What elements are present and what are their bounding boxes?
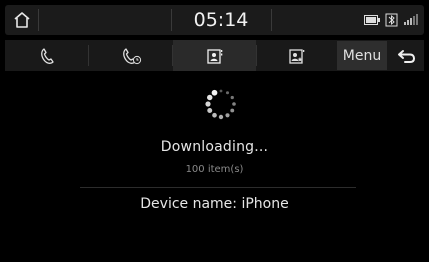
phone-screen: 05:14 Menu Downloading... 100 item(s) De…	[0, 0, 429, 262]
signal-icon	[404, 14, 418, 25]
spinner-dot	[211, 89, 218, 96]
tab-bar: Menu	[5, 40, 424, 71]
spinner-dot	[232, 102, 236, 106]
loading-spinner-icon	[205, 89, 236, 120]
favorite-contacts-icon	[289, 48, 305, 64]
menu-button[interactable]: Menu	[337, 41, 387, 70]
battery-icon	[364, 15, 380, 25]
home-button[interactable]	[5, 5, 38, 35]
download-status: Downloading...	[160, 139, 269, 155]
status-divider	[38, 9, 39, 31]
spinner-dot	[212, 112, 217, 118]
clock: 05:14	[193, 9, 249, 31]
spinner-dot	[205, 101, 211, 107]
spinner-dot	[225, 91, 230, 95]
download-count: 100 item(s)	[185, 164, 244, 175]
back-button[interactable]	[389, 40, 424, 71]
phone-clock-icon	[122, 47, 141, 64]
spinner-dot	[218, 114, 224, 120]
tab-call-history[interactable]	[5, 40, 88, 71]
contacts-icon	[206, 48, 222, 64]
tab-contacts[interactable]	[173, 40, 256, 71]
spinner-dot	[230, 108, 235, 113]
tab-favorites[interactable]	[257, 40, 337, 71]
status-icons	[364, 5, 420, 35]
spinner-dot	[219, 89, 223, 93]
phone-icon	[40, 47, 54, 64]
content-divider	[80, 187, 356, 188]
bluetooth-icon	[385, 13, 398, 27]
status-divider	[271, 9, 272, 31]
spinner-dot	[225, 113, 230, 118]
tab-recent-calls[interactable]	[89, 40, 172, 71]
home-icon	[13, 12, 30, 28]
spinner-dot	[207, 108, 213, 113]
status-bar: 05:14	[5, 5, 424, 35]
back-arrow-icon	[397, 49, 415, 63]
spinner-dot	[207, 94, 213, 101]
device-name: Device name: iPhone	[140, 196, 289, 212]
spinner-dot	[230, 95, 234, 100]
